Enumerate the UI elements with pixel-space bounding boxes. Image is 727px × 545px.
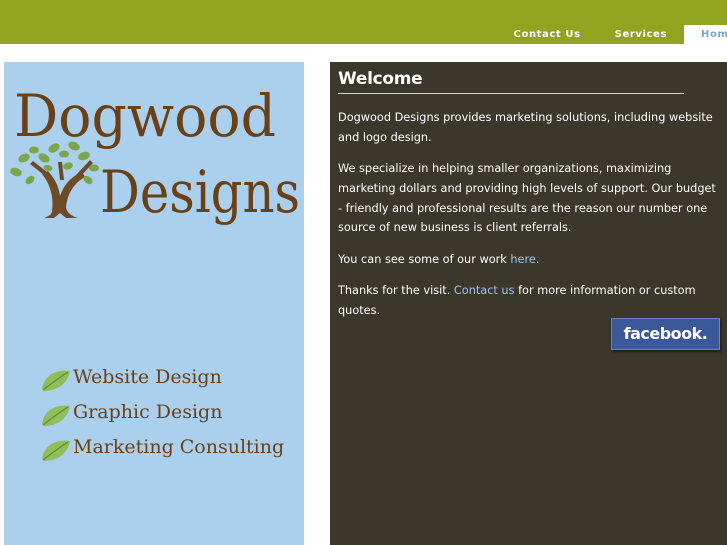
leaf-icon bbox=[42, 405, 70, 426]
specialize-paragraph: We specialize in helping smaller organiz… bbox=[338, 162, 716, 235]
main-nav: Contact Us Services Home bbox=[497, 25, 727, 44]
title-divider bbox=[338, 93, 684, 94]
page-title: Welcome bbox=[338, 69, 423, 89]
nav-home[interactable]: Home bbox=[684, 25, 727, 44]
nav-services[interactable]: Services bbox=[598, 25, 684, 44]
service-label-website: Website Design bbox=[73, 366, 222, 388]
here-link[interactable]: here bbox=[510, 253, 535, 266]
service-label-marketing: Marketing Consulting bbox=[73, 436, 285, 458]
work-paragraph: You can see some of our work here. bbox=[338, 250, 722, 270]
work-text: You can see some of our work bbox=[338, 252, 511, 266]
main-content: Welcome Dogwood Designs provides marketi… bbox=[330, 62, 727, 545]
service-label-graphic: Graphic Design bbox=[73, 401, 223, 423]
contact-us-link[interactable]: Contact us bbox=[454, 284, 515, 297]
facebook-button[interactable]: facebook. bbox=[611, 318, 720, 350]
dogwood-designs-logo: Dogwood Designs bbox=[10, 82, 300, 226]
thanks-text: Thanks for the visit. bbox=[338, 283, 454, 297]
nav-contact-us[interactable]: Contact Us bbox=[497, 25, 598, 44]
intro-paragraph: Dogwood Designs provides marketing solut… bbox=[338, 111, 713, 144]
leaf-icon bbox=[42, 440, 70, 461]
thanks-paragraph: Thanks for the visit. Contact us for mor… bbox=[338, 281, 722, 320]
logo-text-designs: Designs bbox=[100, 158, 300, 226]
work-text-end: . bbox=[535, 252, 540, 266]
leaf-icon bbox=[42, 370, 70, 391]
left-panel: Dogwood Designs Website Design Graphic D… bbox=[4, 62, 304, 545]
content-body: Dogwood Designs provides marketing solut… bbox=[338, 108, 722, 332]
logo-text-dogwood: Dogwood bbox=[14, 82, 276, 150]
